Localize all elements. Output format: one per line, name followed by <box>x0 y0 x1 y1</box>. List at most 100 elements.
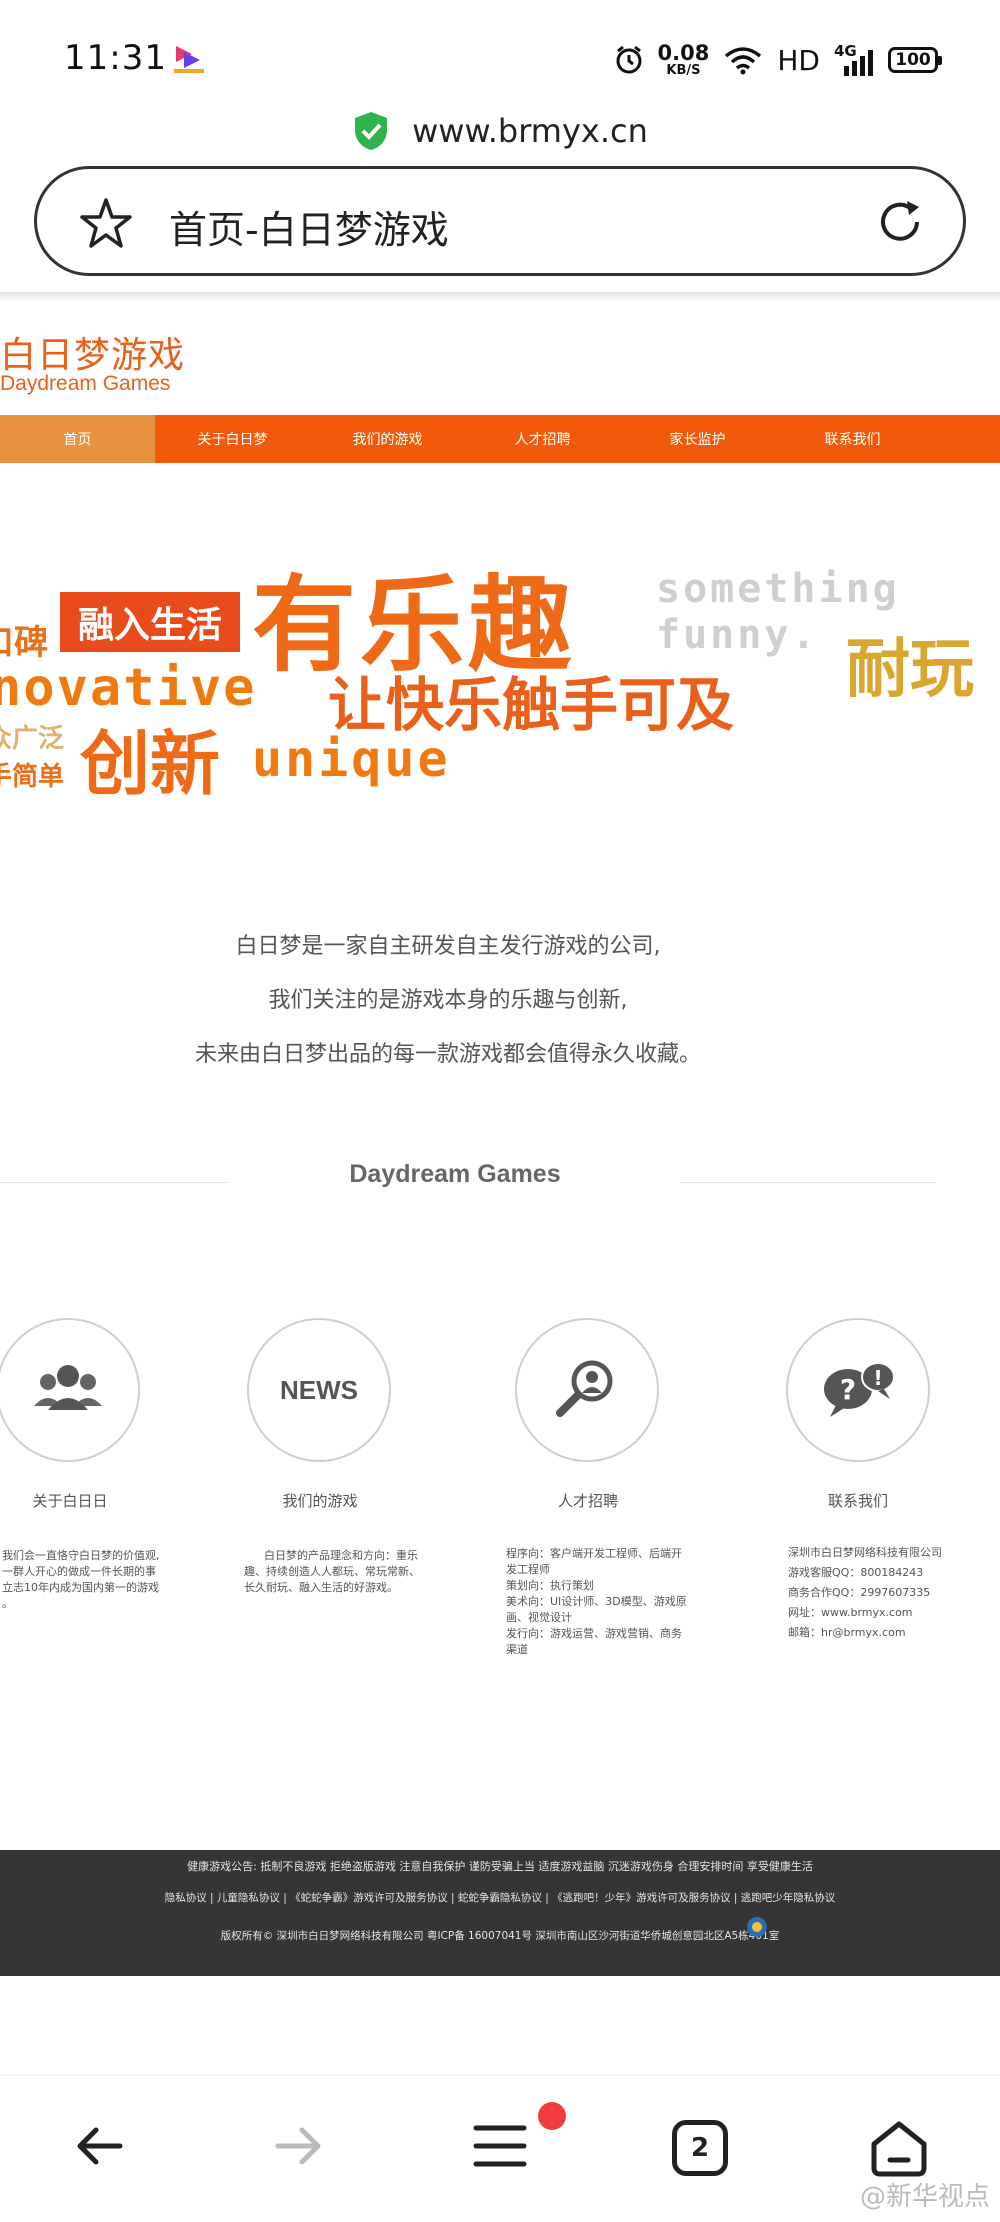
desc-line: 画、视觉设计 <box>506 1611 572 1624</box>
network-speed: 0.08 KB/S <box>657 41 710 78</box>
people-group-icon <box>34 1365 102 1410</box>
feature-careers-desc: 程序向：客户端开发工程师、后端开 发工程师 策划向：执行策划 美术向：UI设计师… <box>506 1546 696 1658</box>
desc-line: 渠道 <box>506 1643 528 1656</box>
intro-line: 我们关注的是游戏本身的乐趣与创新, <box>268 988 628 1013</box>
company-intro: 白日梦是一家自主研发自主发行游戏的公司, 我们关注的是游戏本身的乐趣与创新, 未… <box>0 920 896 1082</box>
news-icon: NEWS <box>280 1374 358 1405</box>
desc-line: 程序向：客户端开发工程师、后端开 <box>506 1547 682 1560</box>
svg-text:?: ? <box>840 1373 856 1406</box>
desc-line: 商务合作QQ：2997607335 <box>788 1586 931 1599</box>
status-bar: 11:31 0.08 KB/S HD 4G 100 <box>0 0 1000 100</box>
bookmark-star-icon[interactable] <box>79 197 133 249</box>
feature-about-circle[interactable] <box>0 1318 140 1462</box>
url-text[interactable]: www.brmyx.cn <box>412 112 648 150</box>
intro-line: 未来由白日梦出品的每一款游戏都会值得永久收藏。 <box>194 1042 701 1067</box>
menu-notification-dot <box>538 2102 566 2130</box>
site-logo-cn[interactable]: 白日梦游戏 <box>0 326 185 378</box>
nav-item-careers[interactable]: 人才招聘 <box>465 415 620 463</box>
desc-line: 白日梦的产品理念和方向：重乐 <box>264 1549 418 1562</box>
desc-line: 发行向：游戏运营、游戏营销、商务 <box>506 1627 682 1640</box>
site-footer: 健康游戏公告: 抵制不良游戏 拒绝盗版游戏 注意自我保护 谨防受骗上当 适度游戏… <box>0 1850 1000 1976</box>
status-icons: 0.08 KB/S HD 4G 100 <box>614 40 942 80</box>
tab-count: 2 <box>690 2133 710 2163</box>
desc-line: 美术向：UI设计师、3D模型、游戏原 <box>506 1595 687 1608</box>
desc-line: 。 <box>2 1597 13 1610</box>
desc-line: 一群人开心的做成一件长期的事 <box>2 1565 156 1578</box>
feature-careers-label[interactable]: 人才招聘 <box>468 1490 708 1511</box>
nav-item-about[interactable]: 关于白日梦 <box>155 415 310 463</box>
page-title[interactable]: 首页-白日梦游戏 <box>169 199 449 254</box>
desc-line: 策划向：执行策划 <box>506 1579 594 1592</box>
question-bubble-icon: ? ! <box>824 1362 895 1417</box>
feature-contact-circle[interactable]: ? ! <box>786 1318 930 1462</box>
desc-line: 邮箱：hr@brmyx.com <box>788 1626 906 1639</box>
banner-left-3: 众广泛 <box>0 724 65 754</box>
signal-bars-icon <box>844 50 873 76</box>
network-speed-value: 0.08 <box>657 41 710 65</box>
battery-level: 100 <box>895 50 931 70</box>
footer-agreements[interactable]: 隐私协议 | 儿童隐私协议 | 《蛇蛇争霸》游戏许可及服务协议 | 蛇蛇争霸隐私… <box>0 1890 1000 1905</box>
banner-left-1: 口碑 <box>0 623 48 663</box>
page-title-bar[interactable]: 首页-白日梦游戏 <box>34 166 966 276</box>
wifi-icon <box>725 47 762 75</box>
police-badge-icon[interactable] <box>746 1916 768 1938</box>
desc-line: 游戏客服QQ：800184243 <box>788 1566 924 1579</box>
desc-line: 发工程师 <box>506 1563 550 1576</box>
desc-line: 立志10年内成为国内第一的游戏 <box>2 1581 159 1594</box>
desc-line: 趣、持续创造人人都玩、常玩常新、 <box>244 1565 420 1578</box>
tabs-button[interactable]: 2 <box>672 2120 728 2176</box>
desc-line: 我们会一直恪守白日梦的价值观, <box>2 1549 160 1562</box>
feature-games-circle[interactable]: NEWS <box>247 1318 391 1462</box>
intro-line: 白日梦是一家自主研发自主发行游戏的公司, <box>235 934 661 959</box>
nav-item-contact[interactable]: 联系我们 <box>775 415 930 463</box>
home-icon[interactable] <box>868 2118 930 2178</box>
nav-item-games[interactable]: 我们的游戏 <box>310 415 465 463</box>
watermark: @新华视点 <box>859 2182 990 2212</box>
site-logo-en[interactable]: Daydream Games <box>0 372 170 396</box>
hero-banner: 口碑 融入生活 有乐趣 something funny. 耐玩 novative… <box>0 520 1000 810</box>
feature-games-label[interactable]: 我们的游戏 <box>200 1490 440 1511</box>
feature-games-desc: 白日梦的产品理念和方向：重乐 趣、持续创造人人都玩、常玩常新、 长久耐玩、融入生… <box>244 1548 434 1596</box>
feature-contact-desc: 深圳市白日梦网络科技有限公司 游戏客服QQ：800184243 商务合作QQ：2… <box>788 1543 988 1643</box>
feature-careers-circle[interactable] <box>515 1318 659 1462</box>
cell-signal-icon: 4G <box>834 42 874 76</box>
banner-en-2: funny. <box>656 612 819 658</box>
feature-contact-label[interactable]: 联系我们 <box>738 1490 978 1511</box>
section-divider-right <box>680 1182 936 1183</box>
hd-indicator: HD <box>777 43 820 77</box>
banner-tag: 融入生活 <box>60 592 240 652</box>
back-arrow-icon[interactable] <box>72 2118 128 2174</box>
alarm-icon <box>616 45 642 74</box>
section-divider-left <box>0 1182 228 1183</box>
footer-copyright: 版权所有© 深圳市白日梦网络科技有限公司 粤ICP备 16007041号 深圳市… <box>0 1928 1000 1943</box>
svg-text:!: ! <box>873 1366 882 1390</box>
section-title: Daydream Games <box>349 1160 561 1188</box>
banner-innov: 创新 <box>80 723 220 805</box>
browser-bottom-bar: 2 <box>0 2075 1000 2222</box>
desc-line: 深圳市白日梦网络科技有限公司 <box>788 1546 942 1559</box>
banner-unique: unique <box>252 730 451 788</box>
nav-item-parental[interactable]: 家长监护 <box>620 415 775 463</box>
feature-about-label[interactable]: 关于白日日 <box>0 1490 190 1511</box>
footer-copyright-text: 版权所有© 深圳市白日梦网络科技有限公司 粤ICP备 16007041号 深圳市… <box>220 1930 780 1942</box>
nav-item-home[interactable]: 首页 <box>0 415 155 463</box>
reload-icon[interactable] <box>873 195 927 249</box>
recruit-magnifier-icon <box>556 1360 613 1417</box>
network-speed-unit: KB/S <box>666 63 701 78</box>
banner-left-4: 手简单 <box>0 762 65 792</box>
desc-line: 网址：www.brmyx.com <box>788 1606 913 1619</box>
site-nav: 首页 关于白日梦 我们的游戏 人才招聘 家长监护 联系我们 <box>0 415 1000 463</box>
secure-shield-icon <box>355 112 388 150</box>
feature-about-desc: 我们会一直恪守白日梦的价值观, 一群人开心的做成一件长期的事 立志10年内成为国… <box>2 1548 172 1612</box>
app-notification-icon <box>174 46 204 73</box>
header-shadow <box>0 292 1000 302</box>
status-time: 11:31 <box>64 38 167 78</box>
banner-en-1: something <box>656 566 900 612</box>
desc-line: 长久耐玩、融入生活的好游戏。 <box>244 1581 398 1594</box>
footer-health-notice: 健康游戏公告: 抵制不良游戏 拒绝盗版游戏 注意自我保护 谨防受骗上当 适度游戏… <box>187 1860 813 1873</box>
banner-side-right: 耐玩 <box>846 633 974 707</box>
url-bar[interactable]: www.brmyx.cn <box>0 100 1000 162</box>
battery-icon: 100 <box>888 47 942 73</box>
menu-icon[interactable] <box>470 2118 530 2174</box>
forward-arrow-icon[interactable] <box>270 2118 326 2174</box>
